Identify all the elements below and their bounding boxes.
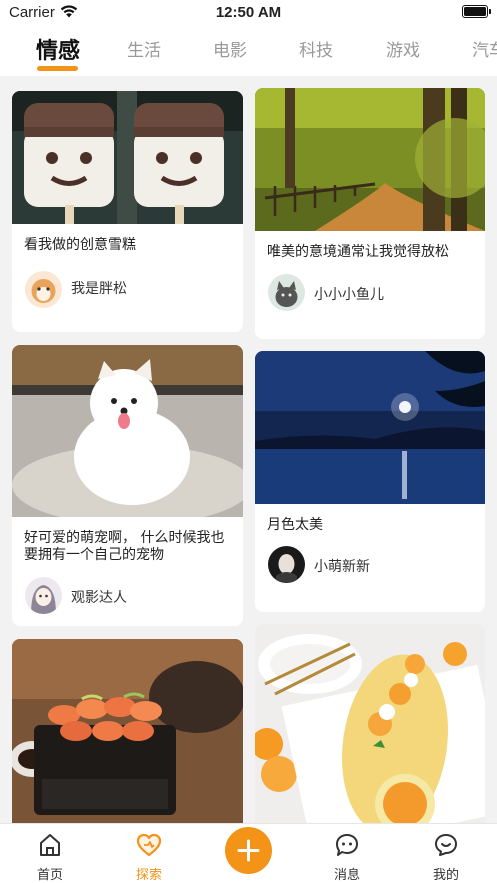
feed-card[interactable]: 月色太美 小萌新新: [255, 351, 485, 612]
author-name[interactable]: 小小小鱼儿: [314, 284, 384, 304]
author-name[interactable]: 小萌新新: [314, 556, 370, 576]
battery-icon: [462, 5, 491, 18]
clock: 12:50 AM: [215, 4, 282, 21]
bottom-tab-bar: 首页 探索 消息 我的: [0, 823, 497, 883]
tab-movie[interactable]: 电影: [213, 36, 247, 61]
tabbar-messages[interactable]: 消息: [317, 824, 377, 883]
author-avatar: [268, 274, 305, 311]
card-image: [255, 624, 485, 839]
home-icon: [40, 834, 60, 856]
tabbar-home[interactable]: 首页: [20, 824, 80, 883]
card-image: [255, 351, 485, 504]
publish-button[interactable]: [225, 827, 272, 874]
tabbar-messages-label: 消息: [333, 868, 360, 883]
feed-card[interactable]: [12, 639, 243, 839]
active-tab-indicator: [37, 66, 78, 71]
tab-cars[interactable]: 汽车: [472, 36, 497, 61]
tab-games[interactable]: 游戏: [386, 36, 420, 61]
message-icon: [336, 834, 358, 856]
tabbar-profile-label: 我的: [432, 868, 459, 883]
tab-emotion[interactable]: 情感: [36, 33, 80, 65]
category-tabs: 情感 生活 电影 科技 游戏 汽车: [0, 26, 497, 76]
feed-card[interactable]: [255, 624, 485, 839]
tabbar-explore-label: 探索: [135, 868, 162, 883]
tabbar-home-label: 首页: [36, 868, 63, 883]
tab-life[interactable]: 生活: [127, 36, 161, 61]
status-bar: Carrier 12:50 AM: [0, 0, 497, 26]
card-image: [12, 639, 243, 839]
card-title: 看我做的创意雪糕: [24, 237, 136, 253]
tabbar-profile[interactable]: 我的: [416, 824, 476, 883]
feed-card[interactable]: 看我做的创意雪糕 我是胖松: [12, 91, 243, 332]
feed-card[interactable]: 好可爱的萌宠啊， 什么时候我也要拥有一个自己的宠物 观影达人: [12, 345, 243, 626]
card-title: 好可爱的萌宠啊， 什么时候我也要拥有一个自己的宠物: [24, 530, 225, 563]
tabbar-explore[interactable]: 探索: [119, 824, 179, 883]
plus-icon: [237, 839, 260, 862]
feed-card[interactable]: 唯美的意境通常让我觉得放松 小小小鱼儿: [255, 88, 485, 339]
card-title: 唯美的意境通常让我觉得放松: [267, 244, 449, 260]
card-image: [12, 345, 243, 517]
author-avatar: [25, 271, 62, 308]
card-image: [255, 88, 485, 231]
author-avatar: [268, 546, 305, 583]
card-title: 月色太美: [267, 517, 323, 533]
profile-icon: [435, 834, 457, 856]
author-avatar: [25, 577, 62, 614]
heart-icon: [136, 833, 162, 857]
card-image: [12, 91, 243, 224]
author-name[interactable]: 我是胖松: [71, 278, 127, 298]
tab-tech[interactable]: 科技: [299, 36, 333, 61]
author-name[interactable]: 观影达人: [71, 587, 127, 607]
